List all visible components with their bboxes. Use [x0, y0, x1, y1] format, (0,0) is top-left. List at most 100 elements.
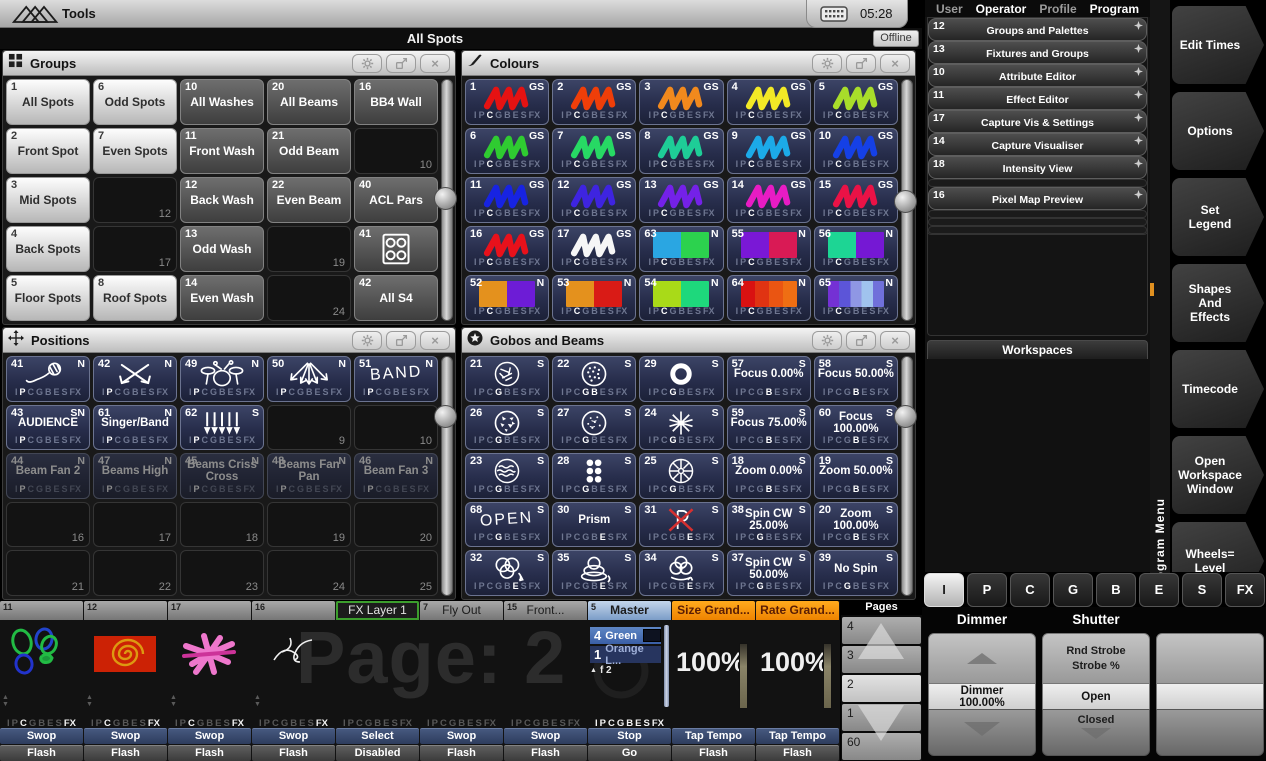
- appearance-icon[interactable]: [386, 54, 416, 73]
- empty-handle[interactable]: 16: [6, 502, 90, 548]
- wheel-up-button[interactable]: Rnd Strobe Strobe %: [1042, 633, 1150, 684]
- close-icon[interactable]: ×: [420, 331, 450, 350]
- position-palette-button[interactable]: 61NSinger/BandIPCGBESFX: [93, 405, 177, 451]
- appearance-icon[interactable]: [846, 54, 876, 73]
- gobo-palette-button[interactable]: 21SIPCGBESFX: [465, 356, 549, 402]
- menu-tab-user[interactable]: User: [936, 2, 963, 16]
- page-item[interactable]: 2: [842, 675, 921, 702]
- flash-button[interactable]: Flash: [0, 745, 83, 761]
- colour-palette-button[interactable]: 10GSIPCGBESFX: [814, 128, 898, 174]
- scrollbar[interactable]: [441, 356, 453, 596]
- workspace-button[interactable]: 17Capture Vis & Settings: [928, 110, 1147, 133]
- position-palette-button[interactable]: 46NBeam Fan 3IPCGBESFX: [354, 453, 438, 499]
- flash-button[interactable]: Flash: [168, 745, 251, 761]
- colour-palette-button[interactable]: 63NIPCGBESFX: [639, 226, 723, 272]
- menu-button[interactable]: Edit Times: [1172, 6, 1264, 84]
- swop-button[interactable]: Swop: [504, 728, 587, 744]
- workspace-button[interactable]: 12Groups and Palettes: [928, 18, 1147, 41]
- position-palette-button[interactable]: 44NBeam Fan 2IPCGBESFX: [6, 453, 90, 499]
- position-palette-button[interactable]: 47NBeams HighIPCGBESFX: [93, 453, 177, 499]
- gobo-palette-button[interactable]: 30SPrismIPCGBESFX: [552, 502, 636, 548]
- colour-palette-button[interactable]: 6GSIPCGBESFX: [465, 128, 549, 174]
- gobo-palette-button[interactable]: 25SIPCGBESFX: [639, 453, 723, 499]
- wheel-up-button[interactable]: [928, 633, 1036, 684]
- wheel-up-button[interactable]: [1156, 633, 1264, 684]
- group-button[interactable]: 12Back Wash: [180, 177, 264, 223]
- position-palette-button[interactable]: 62SIPCGBESFX: [180, 405, 264, 451]
- swop-button[interactable]: Swop: [420, 728, 503, 744]
- group-button[interactable]: 16BB4 Wall: [354, 79, 438, 125]
- attribute-bank-b[interactable]: B: [1096, 573, 1136, 607]
- playback-tab[interactable]: FX Layer 1: [336, 601, 419, 620]
- colour-palette-button[interactable]: 56NIPCGBESFX: [814, 226, 898, 272]
- gobo-palette-button[interactable]: 37SSpin CW 50.00%IPCGBESFX: [727, 550, 811, 596]
- position-palette-button[interactable]: 49NIPCGBESFX: [180, 356, 264, 402]
- colour-palette-button[interactable]: 65NIPCGBESFX: [814, 275, 898, 321]
- colour-palette-button[interactable]: 64NIPCGBESFX: [727, 275, 811, 321]
- gobo-palette-button[interactable]: 23SIPCGBESFX: [465, 453, 549, 499]
- menu-button[interactable]: Shapes And Effects: [1172, 264, 1264, 342]
- colour-palette-button[interactable]: 3GSIPCGBESFX: [639, 79, 723, 125]
- grand-master-fader[interactable]: [823, 643, 832, 709]
- swop-button[interactable]: Select: [336, 728, 419, 744]
- gobo-palette-button[interactable]: 57SFocus 0.00%IPCGBESFX: [727, 356, 811, 402]
- colour-palette-button[interactable]: 17GSIPCGBESFX: [552, 226, 636, 272]
- playback-tab[interactable]: 7Fly Out: [420, 601, 503, 620]
- settings-icon[interactable]: [352, 331, 382, 350]
- attribute-bank-s[interactable]: S: [1182, 573, 1222, 607]
- flash-button[interactable]: Flash: [252, 745, 335, 761]
- offline-button[interactable]: Offline: [873, 30, 919, 47]
- playback-tab[interactable]: 17: [168, 601, 251, 620]
- menu-tab-profile[interactable]: Profile: [1039, 2, 1076, 16]
- empty-handle[interactable]: 22: [93, 550, 177, 596]
- scrollbar[interactable]: [901, 356, 913, 596]
- scrollbar-knob[interactable]: [434, 405, 457, 428]
- gobo-palette-button[interactable]: 28SIPCGBESFX: [552, 453, 636, 499]
- flash-button[interactable]: Flash: [672, 745, 755, 761]
- workspace-button[interactable]: 10Attribute Editor: [928, 64, 1147, 87]
- playback-tab[interactable]: 11: [0, 601, 83, 620]
- empty-handle[interactable]: 23: [180, 550, 264, 596]
- position-palette-button[interactable]: 51NBANDIPCGBESFX: [354, 356, 438, 402]
- playback-tab[interactable]: 5Master: [588, 601, 671, 620]
- workspace-button[interactable]: 11Effect Editor: [928, 87, 1147, 110]
- gobo-palette-button[interactable]: 58SFocus 50.00%IPCGBESFX: [814, 356, 898, 402]
- empty-handle[interactable]: 10: [354, 128, 438, 174]
- group-button[interactable]: 4Back Spots: [6, 226, 90, 272]
- menu-tab-program[interactable]: Program: [1090, 2, 1139, 16]
- appearance-icon[interactable]: [846, 331, 876, 350]
- flash-button[interactable]: Flash: [504, 745, 587, 761]
- attribute-bank-p[interactable]: P: [967, 573, 1007, 607]
- gobo-palette-button[interactable]: 22SIPCGBESFX: [552, 356, 636, 402]
- swop-button[interactable]: Swop: [0, 728, 83, 744]
- group-button[interactable]: 6Odd Spots: [93, 79, 177, 125]
- menu-button[interactable]: Timecode: [1172, 350, 1264, 428]
- position-palette-button[interactable]: 41NIPCGBESFX: [6, 356, 90, 402]
- position-palette-button[interactable]: 42NIPCGBESFX: [93, 356, 177, 402]
- group-button[interactable]: 5Floor Spots: [6, 275, 90, 321]
- settings-icon[interactable]: [812, 54, 842, 73]
- attribute-bank-i[interactable]: I: [924, 573, 964, 607]
- workspace-button[interactable]: 14Capture Visualiser: [928, 133, 1147, 156]
- flash-button[interactable]: Flash: [84, 745, 167, 761]
- gobo-palette-button[interactable]: 18SZoom 0.00%IPCGBESFX: [727, 453, 811, 499]
- cue-row[interactable]: 1Orange L...: [590, 646, 661, 663]
- gobo-palette-button[interactable]: 31SIPCGBESFX: [639, 502, 723, 548]
- scrollbar-knob[interactable]: [894, 405, 917, 428]
- colour-palette-button[interactable]: 55NIPCGBESFX: [727, 226, 811, 272]
- flash-button[interactable]: Flash: [420, 745, 503, 761]
- colour-palette-button[interactable]: 8GSIPCGBESFX: [639, 128, 723, 174]
- scrollbar[interactable]: [441, 79, 453, 321]
- playback-tab[interactable]: Size Grand...: [672, 601, 755, 620]
- group-button[interactable]: 8Roof Spots: [93, 275, 177, 321]
- group-button[interactable]: 3Mid Spots: [6, 177, 90, 223]
- colour-palette-button[interactable]: 13GSIPCGBESFX: [639, 177, 723, 223]
- colour-palette-button[interactable]: 4GSIPCGBESFX: [727, 79, 811, 125]
- wheel-down-button[interactable]: [1156, 709, 1264, 756]
- close-icon[interactable]: ×: [880, 331, 910, 350]
- workspace-button[interactable]: 16Pixel Map Preview: [928, 187, 1147, 210]
- colour-palette-button[interactable]: 54NIPCGBESFX: [639, 275, 723, 321]
- playback-tab[interactable]: 15Front...: [504, 601, 587, 620]
- position-palette-button[interactable]: 48NBeams Fan PanIPCGBESFX: [267, 453, 351, 499]
- group-button[interactable]: 7Even Spots: [93, 128, 177, 174]
